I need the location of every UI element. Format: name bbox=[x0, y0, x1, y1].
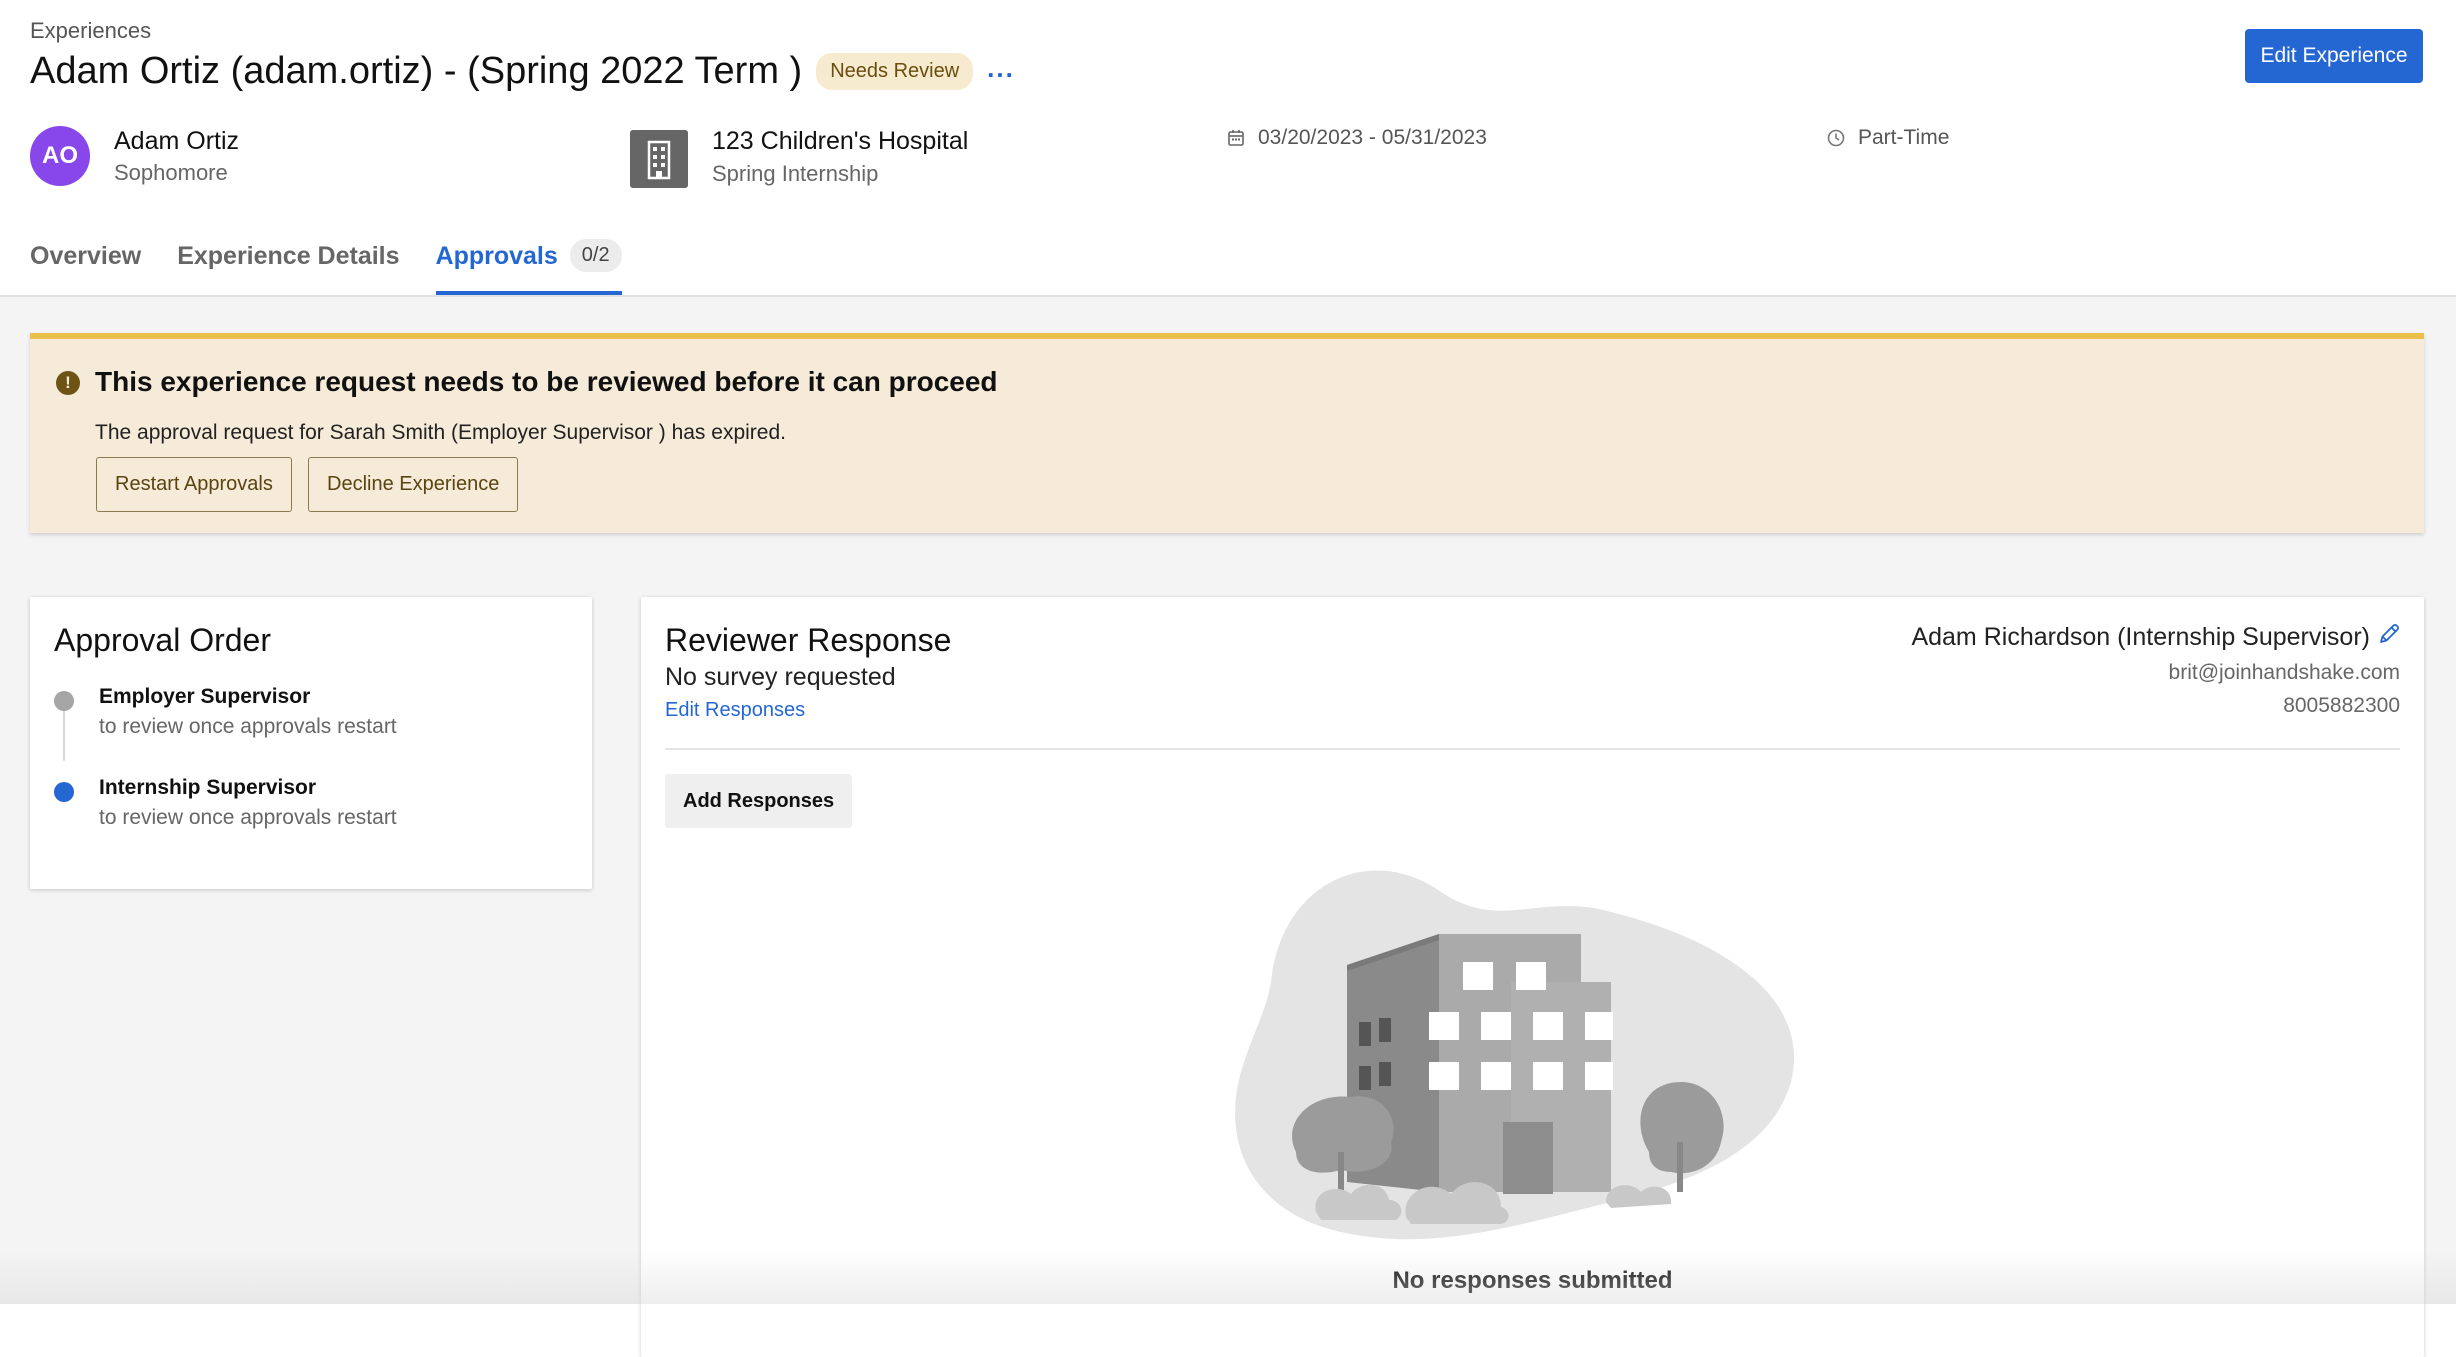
approval-order-title: Approval Order bbox=[54, 622, 271, 658]
position-name: Spring Internship bbox=[712, 161, 879, 186]
step-connector bbox=[63, 711, 65, 761]
alert-message: The approval request for Sarah Smith (Em… bbox=[95, 421, 786, 444]
employer-name[interactable]: 123 Children's Hospital bbox=[712, 127, 968, 156]
step-status: to review once approvals restart bbox=[99, 715, 397, 738]
step-title: Internship Supervisor bbox=[99, 776, 317, 799]
edit-responses-link[interactable]: Edit Responses bbox=[665, 699, 805, 722]
status-badge: Needs Review bbox=[816, 53, 974, 90]
step-status: to review once approvals restart bbox=[99, 806, 397, 829]
approval-order-card: Approval Order Employer Supervisor to re… bbox=[30, 597, 592, 889]
page-title: Adam Ortiz (adam.ortiz) - (Spring 2022 T… bbox=[30, 50, 803, 92]
main-content: ! This experience request needs to be re… bbox=[0, 297, 2456, 1357]
work-type: Part-Time bbox=[1826, 126, 1949, 150]
reviewer-response-title: Reviewer Response bbox=[665, 622, 952, 658]
approvals-count-badge: 0/2 bbox=[569, 239, 622, 272]
building-illustration bbox=[1235, 870, 1795, 1240]
tab-approvals[interactable]: Approvals 0/2 bbox=[435, 230, 622, 296]
step-status-dot bbox=[54, 691, 74, 711]
building-icon bbox=[630, 130, 688, 188]
breadcrumb[interactable]: Experiences bbox=[30, 18, 151, 44]
tab-approvals-label: Approvals bbox=[435, 242, 558, 270]
tab-bar: Overview Experience Details Approvals 0/… bbox=[30, 230, 658, 296]
review-alert: ! This experience request needs to be re… bbox=[30, 333, 2424, 533]
reviewer-phone: 8005882300 bbox=[2283, 694, 2400, 717]
date-range: 03/20/2023 - 05/31/2023 bbox=[1226, 126, 1487, 150]
clock-icon bbox=[1827, 129, 1845, 147]
work-type-text: Part-Time bbox=[1858, 126, 1950, 149]
reviewer-name: Adam Richardson (Internship Supervisor) bbox=[1911, 623, 2370, 651]
exclamation-icon: ! bbox=[56, 371, 80, 395]
student-year: Sophomore bbox=[114, 160, 228, 185]
step-status-dot bbox=[54, 782, 74, 802]
tab-overview[interactable]: Overview bbox=[30, 230, 141, 296]
student-name[interactable]: Adam Ortiz bbox=[114, 127, 239, 156]
step-title: Employer Supervisor bbox=[99, 685, 311, 708]
reviewer-response-card: Reviewer Response No survey requested Ed… bbox=[641, 597, 2424, 1357]
avatar: AO bbox=[30, 126, 90, 186]
reviewer-email: brit@joinhandshake.com bbox=[2168, 661, 2400, 684]
decline-experience-button[interactable]: Decline Experience bbox=[308, 457, 519, 512]
card-divider bbox=[665, 748, 2400, 750]
restart-approvals-button[interactable]: Restart Approvals bbox=[96, 457, 292, 512]
alert-title: This experience request needs to be revi… bbox=[95, 366, 998, 397]
more-actions-button[interactable]: ... bbox=[987, 53, 1015, 84]
tab-experience-details[interactable]: Experience Details bbox=[177, 230, 399, 296]
date-range-text: 03/20/2023 - 05/31/2023 bbox=[1258, 126, 1487, 149]
survey-status: No survey requested bbox=[665, 663, 896, 691]
edit-experience-button[interactable]: Edit Experience bbox=[2245, 29, 2423, 83]
title-row: Adam Ortiz (adam.ortiz) - (Spring 2022 T… bbox=[30, 50, 1015, 93]
empty-state-message: No responses submitted bbox=[1392, 1267, 1673, 1294]
calendar-icon bbox=[1228, 130, 1244, 146]
add-responses-button[interactable]: Add Responses bbox=[665, 774, 853, 828]
page-header: Experiences Adam Ortiz (adam.ortiz) - (S… bbox=[0, 0, 2456, 297]
experience-summary: AO Adam Ortiz Sophomore 123 Children's H… bbox=[30, 126, 2430, 196]
pencil-icon[interactable] bbox=[2376, 621, 2402, 647]
